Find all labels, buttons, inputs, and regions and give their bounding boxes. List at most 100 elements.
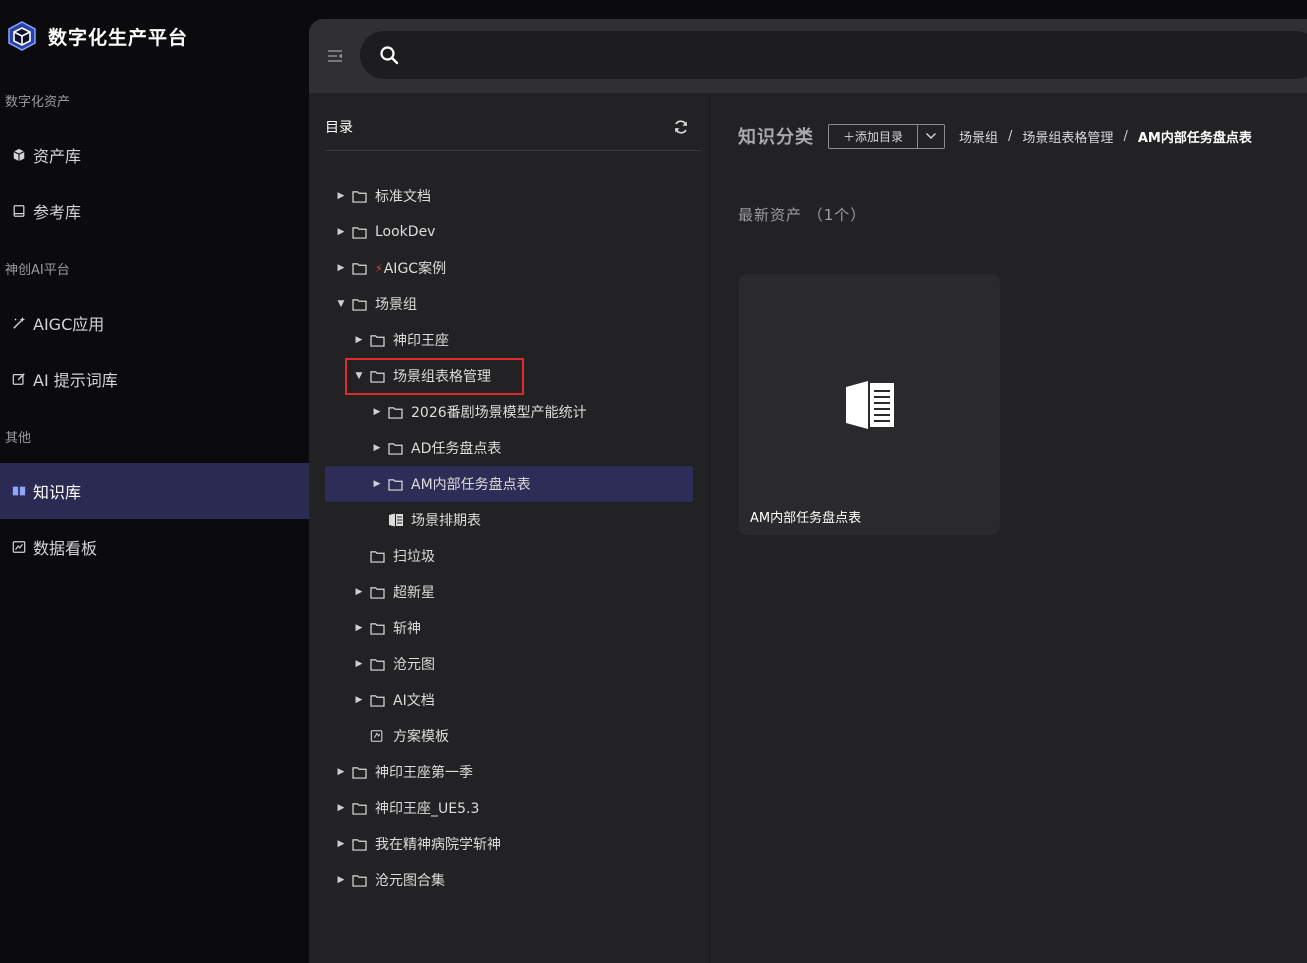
folder-icon xyxy=(352,765,368,779)
folder-icon xyxy=(352,297,368,311)
tree-node[interactable]: ▶ AI文档 xyxy=(352,682,435,718)
add-directory-dropdown[interactable] xyxy=(918,125,944,148)
caret-right-icon[interactable]: ▶ xyxy=(334,191,348,201)
highlight-annotation xyxy=(345,358,524,395)
caret-right-icon[interactable]: ▶ xyxy=(352,335,366,345)
refresh-icon[interactable] xyxy=(673,119,689,135)
folder-icon xyxy=(352,189,368,203)
tree-node-label: 神印王座第一季 xyxy=(375,765,473,781)
folder-icon xyxy=(352,801,368,815)
nav-item-label: AI 提示词库 xyxy=(33,371,118,390)
chart-icon xyxy=(11,539,27,555)
nav-item-label: 资产库 xyxy=(33,147,82,166)
nav-section-other: 其他 xyxy=(5,431,32,446)
book-icon xyxy=(11,203,27,219)
tree-title: 目录 xyxy=(325,120,353,136)
tree-node[interactable]: ▶扫垃圾 xyxy=(352,538,435,574)
tree-node-label: 标准文档 xyxy=(375,189,431,205)
tree-node[interactable]: ▶ 2026番剧场景模型产能统计 xyxy=(370,394,587,430)
caret-right-icon[interactable]: ▶ xyxy=(334,767,348,777)
tree-node-label: 2026番剧场景模型产能统计 xyxy=(411,405,587,421)
caret-right-icon[interactable]: ▶ xyxy=(370,479,384,489)
tree-node[interactable]: ▶ 斩神 xyxy=(352,610,421,646)
nav-item-aigc-app[interactable]: AIGC应用 xyxy=(0,295,309,351)
nav-section-ai-platform: 神创AI平台 xyxy=(5,263,70,278)
folder-icon xyxy=(352,225,368,239)
tree-node[interactable]: ▶ 神印王座第一季 xyxy=(334,754,473,790)
nav-item-reference-library[interactable]: 参考库 xyxy=(0,183,309,239)
tree-node-label: 方案模板 xyxy=(393,729,449,745)
document-icon xyxy=(846,381,894,429)
app: 数字化生产平台 数字化资产 资产库 参考库 神创AI平台 AIGC应用 AI 提… xyxy=(0,0,1307,963)
nav-item-label: 知识库 xyxy=(33,483,82,502)
tree-node-label: 扫垃圾 xyxy=(393,549,435,565)
caret-right-icon[interactable]: ▶ xyxy=(334,839,348,849)
tree-node[interactable]: ▶ AM内部任务盘点表 xyxy=(325,466,693,502)
search-input[interactable] xyxy=(360,31,1307,79)
sidebar: 数字化生产平台 数字化资产 资产库 参考库 神创AI平台 AIGC应用 AI 提… xyxy=(0,0,309,963)
search-icon xyxy=(380,46,399,65)
brand-logo-icon xyxy=(8,21,36,51)
caret-right-icon[interactable]: ▶ xyxy=(370,407,384,417)
breadcrumb-separator: / xyxy=(1123,128,1128,144)
breadcrumb-item[interactable]: 场景组表格管理 xyxy=(1022,127,1113,146)
tree-node[interactable]: ▶ 超新星 xyxy=(352,574,435,610)
folder-icon xyxy=(370,549,386,563)
folder-icon xyxy=(370,693,386,707)
breadcrumb: 场景组 / 场景组表格管理 / AM内部任务盘点表 xyxy=(959,127,1252,146)
emoji-icon: ⚡ xyxy=(375,261,383,275)
breadcrumb-item[interactable]: 场景组 xyxy=(959,127,998,146)
folder-icon xyxy=(388,441,404,455)
breadcrumb-separator: / xyxy=(1008,128,1013,144)
tree-node[interactable]: ▶ ⚡ AIGC案例 xyxy=(334,250,447,286)
folder-icon xyxy=(388,477,404,491)
brand[interactable]: 数字化生产平台 xyxy=(6,18,188,54)
template-icon xyxy=(370,729,386,743)
menu-toggle-icon[interactable] xyxy=(326,47,344,65)
nav-item-data-dashboard[interactable]: 数据看板 xyxy=(0,519,309,575)
caret-right-icon[interactable]: ▶ xyxy=(334,227,348,237)
nav-item-knowledge-base[interactable]: 知识库 xyxy=(0,463,309,519)
caret-right-icon[interactable]: ▶ xyxy=(370,443,384,453)
caret-right-icon[interactable]: ▶ xyxy=(334,803,348,813)
tree-node-label: 神印王座_UE5.3 xyxy=(375,801,480,817)
folder-icon xyxy=(370,585,386,599)
nav-item-ai-prompt-library[interactable]: AI 提示词库 xyxy=(0,351,309,407)
nav-item-asset-library[interactable]: 资产库 xyxy=(0,127,309,183)
tree-node[interactable]: ▶ LookDev xyxy=(334,214,436,250)
tree-node[interactable]: ▶场景排期表 xyxy=(370,502,481,538)
caret-right-icon[interactable]: ▶ xyxy=(334,263,348,273)
tree-node[interactable]: ▼ 场景组 xyxy=(334,286,417,322)
edit-icon xyxy=(11,371,27,387)
caret-right-icon[interactable]: ▶ xyxy=(352,587,366,597)
add-directory-button[interactable]: ＋添加目录 xyxy=(829,124,919,148)
tree-node-label: 沧元图 xyxy=(393,657,435,673)
tree-node-label: AM内部任务盘点表 xyxy=(411,477,531,493)
caret-right-icon[interactable]: ▶ xyxy=(352,659,366,669)
tree-node[interactable]: ▶ 沧元图合集 xyxy=(334,862,445,898)
tree-node[interactable]: ▶ 神印王座 xyxy=(352,322,449,358)
tree-node-label: 超新星 xyxy=(393,585,435,601)
main-panel: 目录 ▶ 标准文档 ▶ LookDev ▶ ⚡ AIGC案例 ▼ 场景组 ▶ 神印王座 ▼ 场景组表格管… xyxy=(309,19,1307,963)
caret-right-icon[interactable]: ▶ xyxy=(352,623,366,633)
caret-down-icon[interactable]: ▼ xyxy=(334,299,348,309)
folder-icon xyxy=(388,405,404,419)
latest-assets-title: 最新资产 （1个） xyxy=(738,206,867,224)
tree-node[interactable]: ▶ 我在精神病院学斩神 xyxy=(334,826,501,862)
tree-node[interactable]: ▶ 标准文档 xyxy=(334,178,431,214)
folder-icon xyxy=(370,657,386,671)
chevron-down-icon xyxy=(926,133,937,139)
tree-node-label: 神印王座 xyxy=(393,333,449,349)
tree-node[interactable]: ▶方案模板 xyxy=(352,718,449,754)
tree-node[interactable]: ▶ 沧元图 xyxy=(352,646,435,682)
tree-node-label: 场景排期表 xyxy=(411,513,481,529)
asset-card[interactable]: AM内部任务盘点表 xyxy=(739,274,1000,535)
tree-node-label: 斩神 xyxy=(393,621,421,637)
caret-right-icon[interactable]: ▶ xyxy=(352,695,366,705)
tree-node[interactable]: ▶ AD任务盘点表 xyxy=(370,430,502,466)
content-header: 知识分类 ＋添加目录 场景组 / 场景组表格管理 / AM内部任务盘点表 xyxy=(738,123,1252,149)
nav-item-label: AIGC应用 xyxy=(33,315,105,334)
caret-right-icon[interactable]: ▶ xyxy=(334,875,348,885)
open-book-icon xyxy=(11,483,27,499)
tree-node[interactable]: ▶ 神印王座_UE5.3 xyxy=(334,790,480,826)
